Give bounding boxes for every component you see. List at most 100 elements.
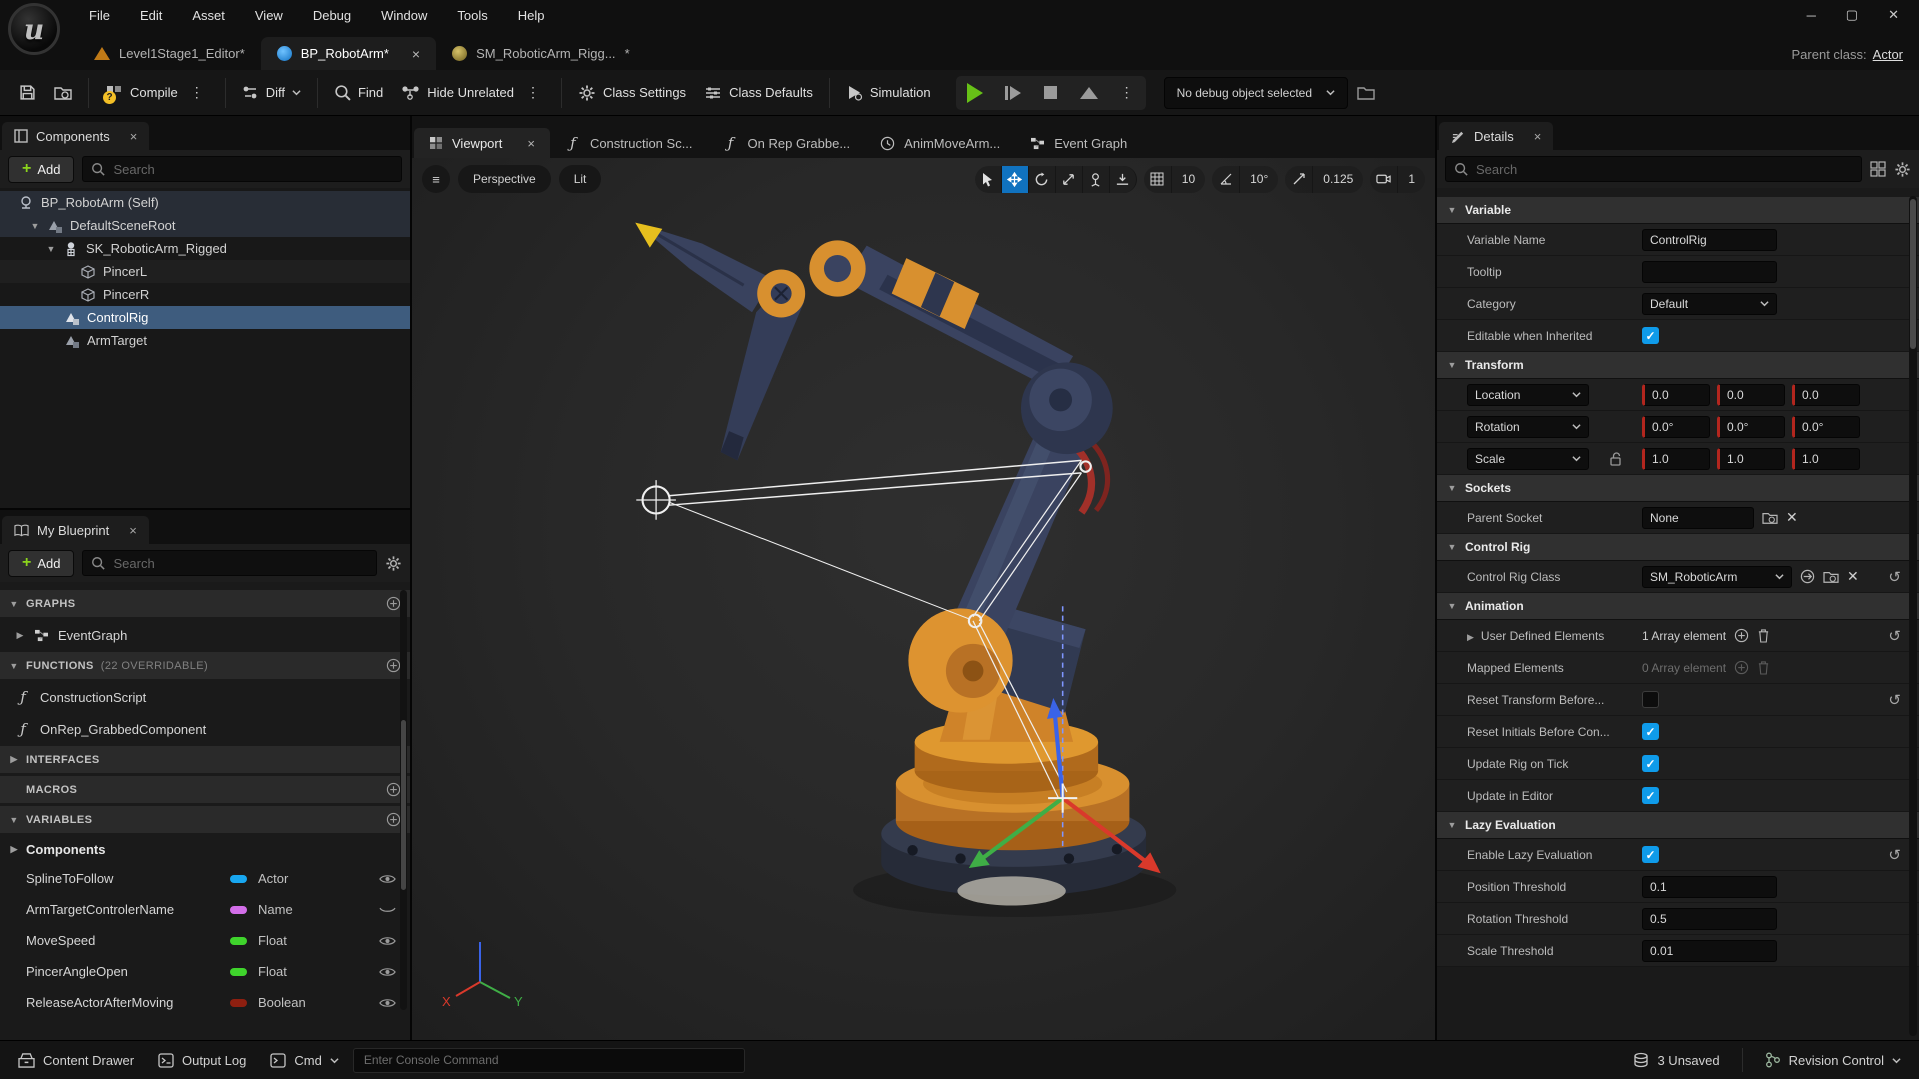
add-macro-icon[interactable] [386,782,401,797]
collapse-arrow-icon[interactable]: ▼ [30,221,40,231]
rotation-y-input[interactable]: 0.0° [1717,416,1785,438]
unsaved-button[interactable]: 3 Unsaved [1623,1046,1729,1074]
variable-row-movespeed[interactable]: MoveSpeed Float [0,925,410,956]
lit-dropdown[interactable]: Lit [559,165,602,193]
control-rig-class-dropdown[interactable]: SM_RoboticArm [1642,566,1792,588]
scale-y-input[interactable]: 1.0 [1717,448,1785,470]
location-y-input[interactable]: 0.0 [1717,384,1785,406]
frame-skip-button[interactable] [994,76,1032,110]
add-blueprint-item-button[interactable]: + Add [8,550,74,577]
tab-components[interactable]: Components × [2,122,149,150]
close-panel-icon[interactable]: × [1534,129,1542,144]
components-search-input[interactable] [113,162,393,177]
compile-options-icon[interactable]: ⋮ [185,84,209,101]
add-component-button[interactable]: + Add [8,156,74,183]
tree-row-pincerl[interactable]: PincerL [0,260,410,283]
move-tool-button[interactable] [1002,166,1029,193]
output-log-button[interactable]: Output Log [148,1047,256,1074]
add-graph-icon[interactable] [386,596,401,611]
scale-snap-control[interactable]: 0.125 [1285,166,1363,193]
settings-gear-icon[interactable] [385,555,402,572]
browse-asset-button[interactable] [45,78,81,108]
tab-on-rep-grabbed[interactable]: ƒ On Rep Grabbe... [708,128,866,158]
save-button[interactable] [10,77,45,108]
variables-group-components[interactable]: ▶ Components [0,836,410,863]
debug-browse-button[interactable] [1348,78,1384,108]
reset-transform-checkbox[interactable] [1642,691,1659,708]
menu-file[interactable]: File [74,8,125,23]
class-settings-button[interactable]: Class Settings [569,77,695,109]
maximize-icon[interactable]: ▢ [1846,7,1858,23]
tooltip-input[interactable] [1642,261,1777,283]
eye-icon[interactable] [379,997,396,1009]
menu-view[interactable]: View [240,8,298,23]
class-defaults-button[interactable]: Class Defaults [695,78,822,108]
tree-row-pincerr[interactable]: PincerR [0,283,410,306]
close-panel-icon[interactable]: × [129,523,137,538]
details-scrollbar[interactable] [1909,196,1917,1036]
variable-row-splinetofollow[interactable]: SplineToFollow Actor [0,863,410,894]
rotate-tool-button[interactable] [1029,166,1056,193]
menu-edit[interactable]: Edit [125,8,177,23]
perspective-dropdown[interactable]: Perspective [458,165,551,193]
my-blueprint-search-input[interactable] [113,556,368,571]
eject-button[interactable] [1070,76,1108,110]
lock-open-icon[interactable] [1610,452,1622,466]
variable-row-armtargetcontrolername[interactable]: ArmTargetControlerName Name [0,894,410,925]
hide-unrelated-button[interactable]: Hide Unrelated ⋮ [392,77,554,108]
tab-my-blueprint[interactable]: My Blueprint × [2,516,149,544]
tab-bp-robotarm[interactable]: BP_RobotArm* × [261,37,436,70]
close-window-icon[interactable]: ✕ [1888,7,1899,23]
debug-object-dropdown[interactable]: No debug object selected [1164,77,1348,109]
section-header-transform[interactable]: ▼Transform [1437,352,1919,379]
scale-z-input[interactable]: 1.0 [1792,448,1860,470]
select-tool-button[interactable] [975,166,1002,193]
section-header-animation[interactable]: ▼Animation [1437,593,1919,620]
use-selected-asset-button[interactable] [1800,569,1815,584]
add-function-icon[interactable] [386,658,401,673]
item-construction-script[interactable]: ƒ ConstructionScript [0,682,410,712]
rotation-z-input[interactable]: 0.0° [1792,416,1860,438]
tab-event-graph[interactable]: Event Graph [1015,128,1142,158]
revision-control-button[interactable]: Revision Control [1755,1046,1911,1074]
section-header-sockets[interactable]: ▼Sockets [1437,475,1919,502]
collapse-arrow-icon[interactable]: ▼ [46,244,56,254]
tree-row-bp-robotarm[interactable]: BP_RobotArm (Self) [0,191,410,214]
tab-viewport[interactable]: Viewport × [414,128,550,158]
expand-arrow-icon[interactable]: ▶ [15,630,25,641]
section-functions[interactable]: ▼ FUNCTIONS (22 OVERRIDABLE) [0,652,410,679]
item-event-graph[interactable]: ▶ EventGraph [0,620,410,650]
rotation-snap-control[interactable]: 10° [1212,166,1278,193]
update-in-editor-checkbox[interactable]: ✓ [1642,787,1659,804]
menu-help[interactable]: Help [503,8,560,23]
section-header-lazy-evaluation[interactable]: ▼Lazy Evaluation [1437,812,1919,839]
section-variables[interactable]: ▼ VARIABLES [0,806,410,833]
content-drawer-button[interactable]: Content Drawer [8,1047,144,1074]
close-panel-icon[interactable]: × [130,129,138,144]
browse-to-asset-button[interactable] [1823,570,1839,584]
menu-debug[interactable]: Debug [298,8,366,23]
tab-construction-script[interactable]: ƒ Construction Sc... [550,128,708,158]
world-local-toggle-button[interactable] [1083,166,1110,193]
enable-lazy-checkbox[interactable]: ✓ [1642,846,1659,863]
find-button[interactable]: Find [325,77,392,108]
add-variable-icon[interactable] [386,812,401,827]
scale-threshold-input[interactable]: 0.01 [1642,940,1777,962]
reset-to-default-icon[interactable]: ↺ [1888,691,1905,709]
parent-socket-input[interactable]: None [1642,507,1754,529]
section-header-control-rig[interactable]: ▼Control Rig [1437,534,1919,561]
section-header-variable[interactable]: ▼Variable [1437,197,1919,224]
details-settings-gear-icon[interactable] [1894,161,1911,178]
parent-class-link[interactable]: Actor [1873,47,1903,62]
menu-tools[interactable]: Tools [442,8,502,23]
surface-snap-button[interactable] [1110,166,1137,193]
tab-sm-roboticarm[interactable]: SM_RoboticArm_Rigg... * [436,37,646,70]
socket-clear-icon[interactable]: ✕ [1786,509,1798,526]
my-blueprint-scrollbar[interactable] [400,590,407,1010]
tab-level-editor[interactable]: Level1Stage1_Editor* [78,37,261,70]
compile-button[interactable]: ? Compile ⋮ [96,77,218,109]
close-tab-icon[interactable]: × [527,136,535,151]
add-array-element-button[interactable] [1734,628,1749,643]
section-interfaces[interactable]: ▶ INTERFACES [0,746,410,773]
camera-speed-control[interactable]: 1 [1370,166,1425,193]
